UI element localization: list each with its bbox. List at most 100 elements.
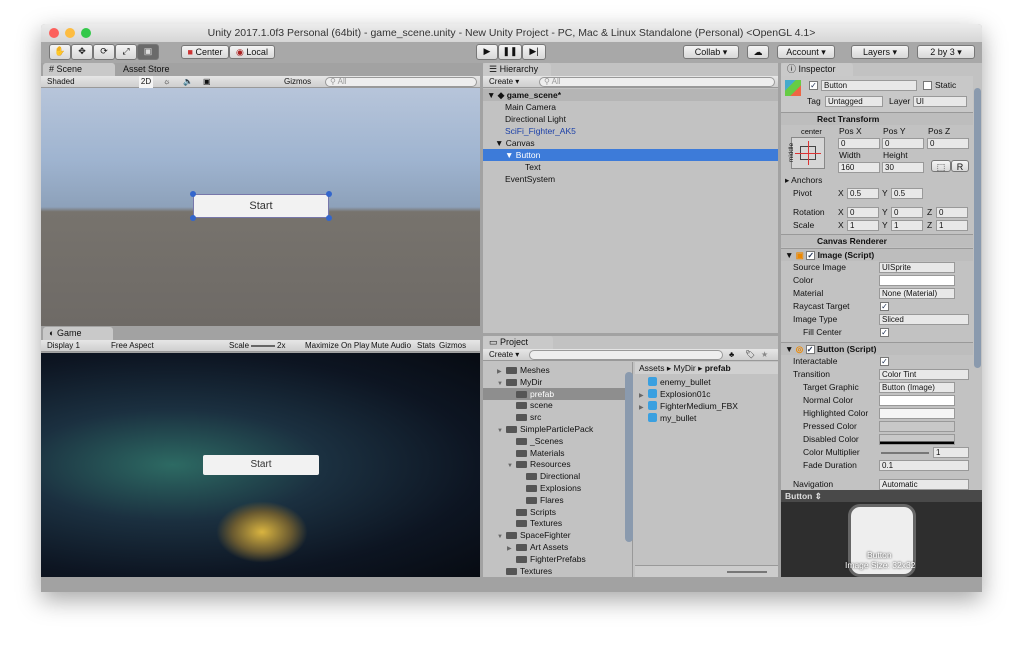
pos-z-field[interactable]: 0 xyxy=(927,138,969,149)
hierarchy-item[interactable]: Main Camera xyxy=(483,101,778,113)
scene-start-button[interactable]: Start xyxy=(193,194,329,218)
tag-dropdown[interactable]: Untagged xyxy=(825,96,883,107)
blueprint-mode-button[interactable]: ⬚ xyxy=(931,160,951,172)
scene-gizmos-dropdown[interactable]: Gizmos xyxy=(284,76,311,88)
material-field[interactable]: None (Material) xyxy=(879,288,955,299)
aspect-dropdown[interactable]: Free Aspect xyxy=(111,340,154,352)
2d-toggle[interactable]: 2D xyxy=(139,76,153,88)
folder-item[interactable]: ▼ Resources xyxy=(483,458,625,470)
folder-item[interactable]: ▶ Art Assets xyxy=(483,541,625,553)
rect-handle[interactable] xyxy=(190,191,196,197)
pos-y-field[interactable]: 0 xyxy=(882,138,924,149)
tab-game[interactable]: ◐ Game xyxy=(43,327,113,340)
close-button[interactable] xyxy=(49,28,59,38)
static-checkbox[interactable] xyxy=(923,81,932,90)
icon-size-slider[interactable] xyxy=(727,571,767,573)
lighting-toggle-icon[interactable]: ☼ xyxy=(163,76,170,88)
layout-dropdown[interactable]: 2 by 3 ▾ xyxy=(917,45,975,59)
image-type-dropdown[interactable]: Sliced xyxy=(879,314,969,325)
asset-item[interactable]: ▶ FighterMedium_FBX xyxy=(639,400,738,412)
folder-item[interactable]: Materials xyxy=(483,447,625,459)
disabled-color-field[interactable] xyxy=(879,434,955,445)
pivot-x-field[interactable]: 0.5 xyxy=(847,188,879,199)
rect-handle[interactable] xyxy=(326,215,332,221)
color-multiplier-field[interactable]: 1 xyxy=(933,447,969,458)
favorites-star-icon[interactable]: ★ xyxy=(761,349,768,361)
tab-project[interactable]: ▭ Project xyxy=(483,336,553,349)
tab-asset-store[interactable]: Asset Store xyxy=(117,63,187,76)
collab-dropdown[interactable]: Collab ▾ xyxy=(683,45,739,59)
folder-item[interactable]: Textures xyxy=(483,565,625,577)
play-button[interactable]: ▶ xyxy=(476,44,498,60)
normal-color-field[interactable] xyxy=(879,395,955,406)
folder-item[interactable]: prefab xyxy=(483,387,625,400)
tab-scene[interactable]: # Scene xyxy=(43,63,115,76)
rect-handle[interactable] xyxy=(190,215,196,221)
scale-x-field[interactable]: 1 xyxy=(847,220,879,231)
width-field[interactable]: 160 xyxy=(838,162,880,173)
image-enabled-checkbox[interactable]: ✓ xyxy=(806,251,816,260)
tab-hierarchy[interactable]: ☰ Hierarchy xyxy=(483,63,551,76)
fill-center-checkbox[interactable]: ✓ xyxy=(880,328,889,337)
tab-inspector[interactable]: ⓘ Inspector xyxy=(781,63,853,76)
breadcrumb-item[interactable]: prefab xyxy=(705,363,731,373)
folder-item[interactable]: src xyxy=(483,411,625,423)
display-dropdown[interactable]: Display 1 xyxy=(47,340,80,352)
scale-y-field[interactable]: 1 xyxy=(891,220,923,231)
shading-dropdown[interactable]: Shaded xyxy=(47,76,75,88)
account-dropdown[interactable]: Account ▾ xyxy=(777,45,835,59)
zoom-button[interactable] xyxy=(81,28,91,38)
pressed-color-field[interactable] xyxy=(879,421,955,432)
inspector-scrollbar[interactable] xyxy=(974,88,981,368)
scale-slider[interactable] xyxy=(251,345,275,347)
hierarchy-search-input[interactable]: ⚲ All xyxy=(539,77,775,87)
hierarchy-item[interactable]: SciFi_Fighter_AK5 xyxy=(483,125,778,137)
folder-item[interactable]: Directional xyxy=(483,470,625,482)
layer-dropdown[interactable]: UI xyxy=(913,96,967,107)
hierarchy-item[interactable]: ▼ Canvas xyxy=(483,137,778,149)
effects-toggle-icon[interactable]: ▣ xyxy=(203,76,211,88)
asset-item[interactable]: my_bullet xyxy=(639,412,696,424)
canvas-renderer-header[interactable]: Canvas Renderer xyxy=(781,234,973,247)
folder-tree-scrollbar[interactable] xyxy=(625,372,633,542)
scene-root[interactable]: ▼ ◆ game_scene* xyxy=(483,89,778,101)
pivot-local-button[interactable]: ◉ Local xyxy=(229,45,275,59)
project-create-button[interactable]: Create ▾ xyxy=(489,349,519,361)
scale-z-field[interactable]: 1 xyxy=(936,220,968,231)
rect-handle[interactable] xyxy=(326,191,332,197)
folder-item[interactable]: Textures xyxy=(483,517,625,529)
rect-tool-button[interactable]: ▣ xyxy=(137,44,159,60)
hierarchy-item[interactable]: Text xyxy=(483,161,778,173)
hierarchy-item[interactable]: ▼ Button xyxy=(483,149,778,161)
move-tool-button[interactable]: ✥ xyxy=(71,44,93,60)
scale-tool-button[interactable]: ⤢ xyxy=(115,44,137,60)
rotation-z-field[interactable]: 0 xyxy=(936,207,968,218)
rotation-x-field[interactable]: 0 xyxy=(847,207,879,218)
pause-button[interactable]: ❚❚ xyxy=(498,44,522,60)
raycast-checkbox[interactable]: ✓ xyxy=(880,302,889,311)
name-field[interactable]: Button xyxy=(821,80,917,91)
folder-item[interactable]: Scripts xyxy=(483,506,625,518)
rotate-tool-button[interactable]: ⟳ xyxy=(93,44,115,60)
button-component-header[interactable]: ▼ ◎ ✓ Button (Script) xyxy=(781,342,973,355)
color-field[interactable] xyxy=(879,275,955,286)
game-gizmos-dropdown[interactable]: Gizmos xyxy=(439,340,466,352)
folder-item[interactable]: ▼ SimpleParticlePack xyxy=(483,423,625,435)
pivot-y-field[interactable]: 0.5 xyxy=(891,188,923,199)
breadcrumb-item[interactable]: Assets xyxy=(639,363,665,373)
rect-transform-header[interactable]: Rect Transform xyxy=(781,112,973,125)
active-checkbox[interactable]: ✓ xyxy=(809,81,818,90)
button-enabled-checkbox[interactable]: ✓ xyxy=(805,345,815,354)
folder-item[interactable]: ▶ Meshes xyxy=(483,364,625,376)
filter-type-icon[interactable]: ♣ xyxy=(729,349,734,361)
folder-item[interactable]: ▼ SpaceFighter xyxy=(483,529,625,541)
hierarchy-item[interactable]: EventSystem xyxy=(483,173,778,185)
layers-dropdown[interactable]: Layers ▾ xyxy=(851,45,909,59)
minimize-button[interactable] xyxy=(65,28,75,38)
image-component-header[interactable]: ▼ ▣ ✓ Image (Script) xyxy=(781,248,973,261)
folder-item[interactable]: ▼ MyDir xyxy=(483,376,625,388)
breadcrumb-item[interactable]: MyDir xyxy=(674,363,696,373)
asset-item[interactable]: ▶ Explosion01c xyxy=(639,388,711,400)
folder-item[interactable]: scene xyxy=(483,399,625,411)
folder-item[interactable]: _Scenes xyxy=(483,435,625,447)
